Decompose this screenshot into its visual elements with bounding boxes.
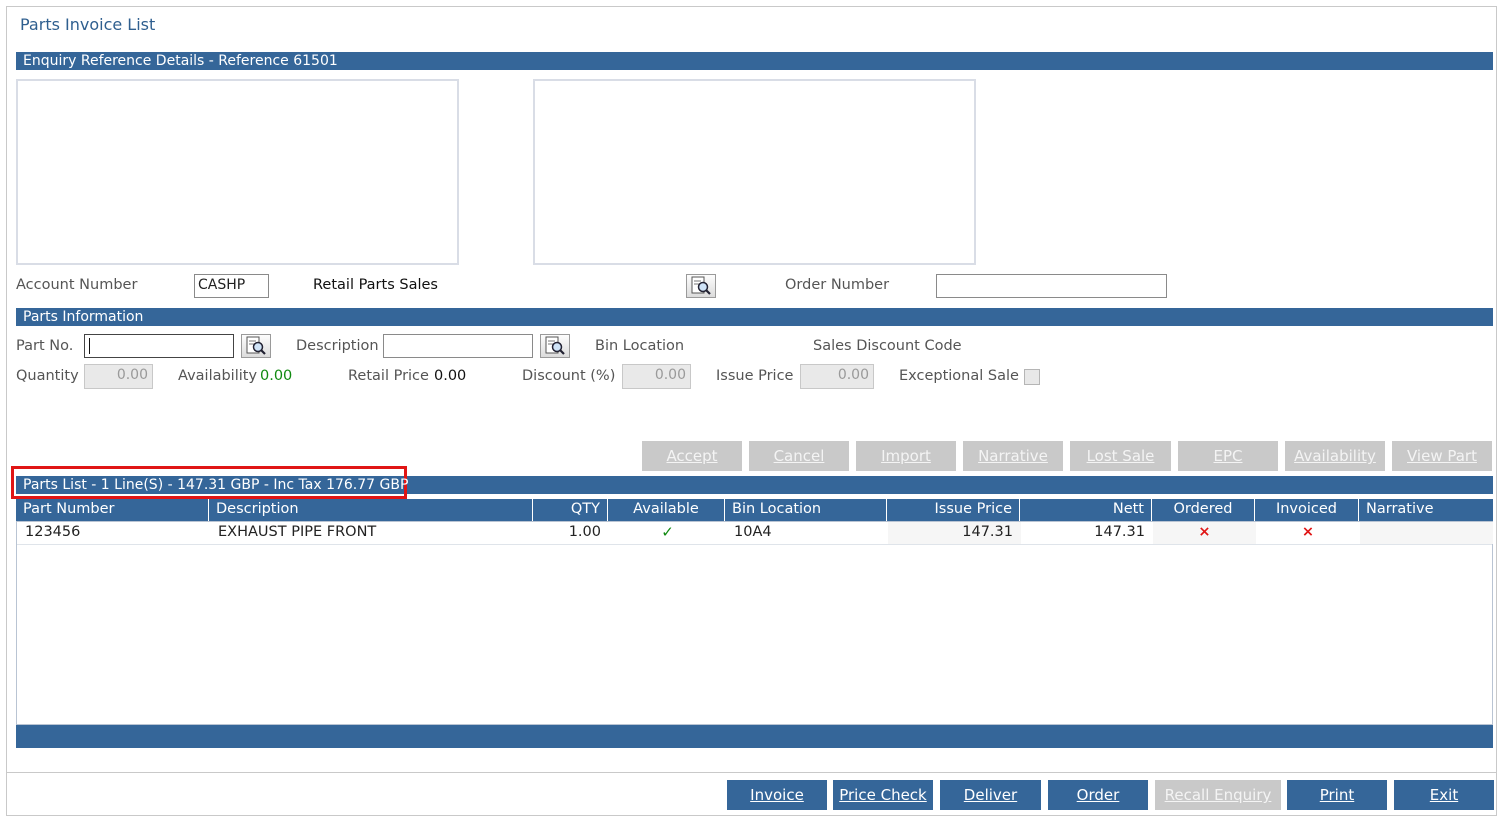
price-check-button[interactable]: Price Check xyxy=(833,780,933,810)
issue-price-input[interactable]: 0.00 xyxy=(800,364,874,389)
availability-button[interactable]: Availability xyxy=(1285,441,1385,471)
exit-button[interactable]: Exit xyxy=(1394,780,1494,810)
col-description[interactable]: Description xyxy=(209,499,533,521)
cell-narrative xyxy=(1360,522,1494,544)
cell-nett: 147.31 xyxy=(1094,524,1145,540)
cell-part-number: 123456 xyxy=(25,524,81,540)
discount-input[interactable]: 0.00 xyxy=(622,364,691,389)
cell-description: EXHAUST PIPE FRONT xyxy=(218,524,377,540)
magnifier-document-icon xyxy=(691,276,711,295)
page-title: Parts Invoice List xyxy=(20,15,156,34)
accept-button[interactable]: Accept xyxy=(642,441,742,471)
col-nett[interactable]: Nett xyxy=(1020,499,1152,521)
exceptional-sale-checkbox[interactable] xyxy=(1024,369,1040,385)
availability-value: 0.00 xyxy=(260,368,293,384)
deliver-button[interactable]: Deliver xyxy=(940,780,1041,810)
table-row[interactable]: 123456 EXHAUST PIPE FRONT 1.00 ✓ 10A4 14… xyxy=(17,522,1494,545)
quantity-label: Quantity xyxy=(16,368,79,384)
account-number-input[interactable]: CASHP xyxy=(194,274,269,298)
parts-grid-body: 123456 EXHAUST PIPE FRONT 1.00 ✓ 10A4 14… xyxy=(16,521,1493,725)
invoice-button[interactable]: Invoice xyxy=(727,780,827,810)
magnifier-document-icon xyxy=(246,336,266,355)
magnifier-document-icon xyxy=(545,336,565,355)
recall-enquiry-button[interactable]: Recall Enquiry xyxy=(1155,780,1281,810)
order-number-input[interactable] xyxy=(936,274,1167,298)
account-lookup-button[interactable] xyxy=(686,274,716,298)
order-button[interactable]: Order xyxy=(1048,780,1148,810)
parts-list-summary: Parts List - 1 Line(S) - 147.31 GBP - In… xyxy=(23,477,409,493)
part-no-lookup-button[interactable] xyxy=(241,334,271,358)
availability-label: Availability xyxy=(178,368,258,384)
col-part-number[interactable]: Part Number xyxy=(16,499,209,521)
red-x-icon: × xyxy=(1198,524,1211,540)
retail-price-value: 0.00 xyxy=(434,368,467,384)
delivery-address-box xyxy=(533,79,976,265)
cell-issue-price: 147.31 xyxy=(962,524,1013,540)
col-issue-price[interactable]: Issue Price xyxy=(887,499,1020,521)
description-input[interactable] xyxy=(383,334,533,358)
col-ordered[interactable]: Ordered xyxy=(1152,499,1255,521)
bin-location-label: Bin Location xyxy=(595,338,685,354)
quantity-input[interactable]: 0.00 xyxy=(84,364,153,389)
text-caret xyxy=(89,338,90,354)
retail-price-label: Retail Price xyxy=(348,368,429,384)
epc-button[interactable]: EPC xyxy=(1178,441,1278,471)
description-label: Description xyxy=(296,338,379,354)
exceptional-sale-label: Exceptional Sale xyxy=(899,368,1019,384)
bottom-divider xyxy=(6,772,1497,773)
issue-price-label: Issue Price xyxy=(716,368,794,384)
parts-information-bar: Parts Information xyxy=(16,308,1493,326)
col-invoiced[interactable]: Invoiced xyxy=(1255,499,1359,521)
col-available[interactable]: Available xyxy=(608,499,725,521)
view-part-button[interactable]: View Part xyxy=(1392,441,1492,471)
checkmark-icon: ✓ xyxy=(661,523,674,541)
order-number-label: Order Number xyxy=(785,277,890,293)
account-number-label: Account Number xyxy=(16,277,138,293)
lost-sale-button[interactable]: Lost Sale xyxy=(1070,441,1171,471)
sales-discount-code-label: Sales Discount Code xyxy=(813,338,962,354)
enquiry-reference-bar: Enquiry Reference Details - Reference 61… xyxy=(16,52,1493,70)
description-lookup-button[interactable] xyxy=(540,334,570,358)
col-qty[interactable]: QTY xyxy=(533,499,608,521)
cancel-button[interactable]: Cancel xyxy=(749,441,849,471)
grid-header: Part Number Description QTY Available Bi… xyxy=(16,499,1493,521)
print-button[interactable]: Print xyxy=(1287,780,1387,810)
import-button[interactable]: Import xyxy=(856,441,956,471)
col-narrative[interactable]: Narrative xyxy=(1359,499,1493,521)
customer-address-box xyxy=(16,79,459,265)
discount-label: Discount (%) xyxy=(522,368,616,384)
cell-qty: 1.00 xyxy=(568,524,601,540)
grid-footer-bar xyxy=(16,725,1493,748)
cell-bin-location: 10A4 xyxy=(734,524,772,540)
account-name: Retail Parts Sales xyxy=(313,277,438,293)
col-bin-location[interactable]: Bin Location xyxy=(725,499,887,521)
part-no-input[interactable] xyxy=(84,334,234,358)
red-x-icon: × xyxy=(1301,524,1315,540)
narrative-button[interactable]: Narrative xyxy=(963,441,1063,471)
part-no-label: Part No. xyxy=(16,338,74,354)
